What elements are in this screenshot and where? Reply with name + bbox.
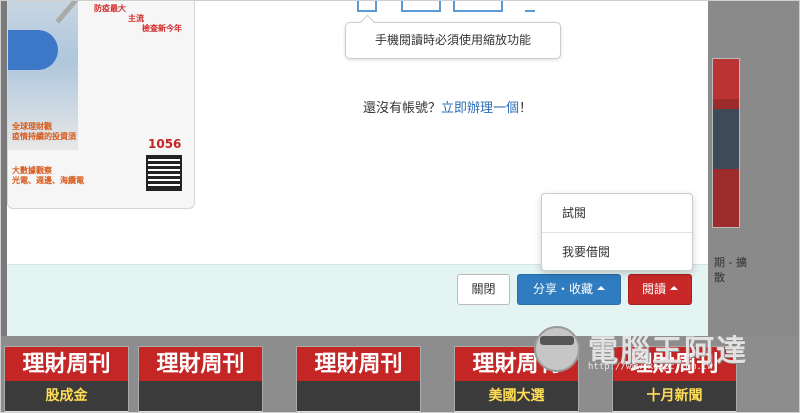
mascot-icon: [534, 326, 580, 372]
thumbnail-title: 理財周刊: [297, 347, 420, 381]
thumbnail-headline: 股成金: [5, 381, 128, 411]
thumbnail-title: 理財周刊: [5, 347, 128, 381]
cover-section: 全球理財觀: [12, 122, 52, 131]
phone-icon: [357, 0, 377, 12]
cover-issue-number: 1056: [148, 137, 182, 151]
watermark-url: http://www.kocpc.com.tw: [588, 362, 713, 372]
read-dropdown-menu: 試閱 我要借閱: [541, 193, 693, 271]
thumbnail-headline: 美國大選: [455, 381, 578, 411]
read-button[interactable]: 閱讀: [628, 274, 692, 305]
signup-link[interactable]: 立即辦理一個: [441, 101, 519, 116]
background-right-caption: 期 - 擴散: [714, 256, 747, 284]
laptop-icon: [453, 0, 503, 12]
background-magazine-cover[interactable]: [712, 58, 740, 228]
signup-prompt: 還沒有帳號？立即辦理一個！: [363, 97, 532, 116]
desktop-icon: [525, 0, 535, 12]
magazine-cover-image: 防疫最大 主流 檢查新今年 全球理財觀 疫情持續的投資須 大數據觀察 光電、週邊…: [7, 0, 195, 209]
watermark-logo: 電腦王阿達 http://www.kocpc.com.tw: [526, 320, 766, 380]
thumbnail-headline: [297, 381, 420, 411]
signup-suffix: ！: [519, 101, 533, 116]
sunglasses-icon: [540, 336, 574, 345]
menu-item-preview[interactable]: 試閱: [542, 194, 692, 232]
cover-headline: 防疫最大: [94, 4, 126, 13]
cover-headline: 主流: [128, 14, 144, 23]
thumbnail-headline: [139, 381, 262, 411]
magazine-thumbnail[interactable]: 理財周刊: [138, 346, 263, 413]
tablet-icon: [401, 0, 441, 12]
magazine-thumbnail[interactable]: 理財周刊: [296, 346, 421, 413]
zoom-tooltip: 手機閱讀時必須使用縮放功能: [345, 22, 561, 59]
cover-section: 光電、週邊、海纜電: [12, 176, 84, 185]
qr-code-icon: [146, 155, 182, 191]
share-button-label: 分享・收藏: [532, 282, 593, 296]
caret-up-icon: [597, 285, 605, 290]
read-button-label: 閱讀: [641, 282, 666, 296]
share-bookmark-button[interactable]: 分享・收藏: [517, 274, 621, 305]
cover-section: 疫情持續的投資須: [12, 132, 76, 141]
magazine-modal: 防疫最大 主流 檢查新今年 全球理財觀 疫情持續的投資須 大數據觀察 光電、週邊…: [7, 0, 708, 336]
caret-up-icon: [670, 285, 678, 290]
magazine-thumbnail[interactable]: 理財周刊 股成金: [4, 346, 129, 413]
thumbnail-title: 理財周刊: [139, 347, 262, 381]
menu-item-borrow[interactable]: 我要借閱: [542, 233, 692, 271]
cover-headline: 檢查新今年: [142, 24, 182, 33]
thumbnail-headline: 十月新聞: [613, 381, 736, 411]
device-icons-row: [357, 0, 547, 12]
cover-section: 大數據觀察: [12, 166, 52, 175]
close-button[interactable]: 關閉: [457, 274, 510, 305]
signup-prompt-text: 還沒有帳號？: [363, 101, 442, 116]
